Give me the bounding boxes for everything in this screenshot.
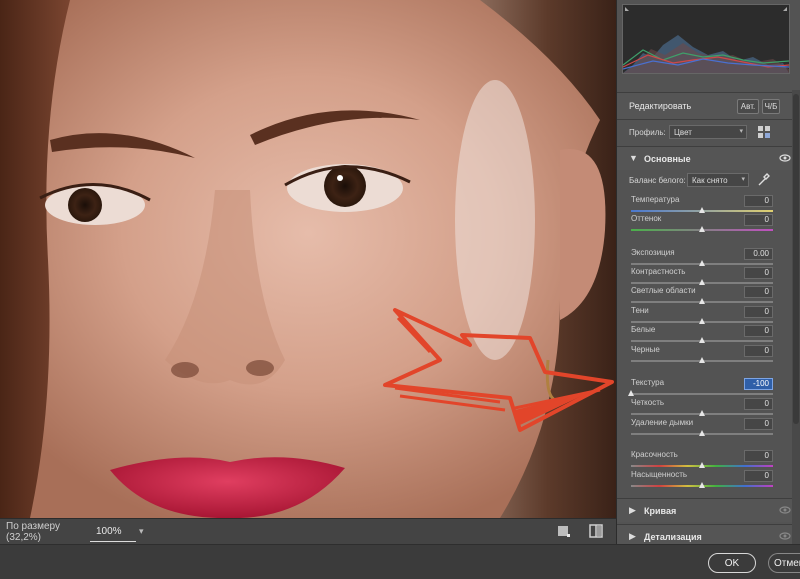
slider-6: Белые 0: [617, 325, 793, 345]
slider-value-input[interactable]: 0: [744, 286, 773, 298]
chevron-down-icon: ▾: [741, 176, 745, 183]
slider-knob[interactable]: [699, 337, 705, 343]
slider-knob[interactable]: [699, 318, 705, 324]
slider-0: Температура 0: [617, 195, 793, 215]
slider-value-input[interactable]: 0: [744, 418, 773, 430]
chevron-down-icon: ▾: [739, 128, 743, 135]
profile-dropdown[interactable]: Цвет ▾: [669, 125, 747, 139]
section-curve-header[interactable]: ▶ Кривая: [617, 498, 793, 522]
panel-scrollbar[interactable]: [792, 90, 800, 544]
slider-label: Экспозиция: [631, 248, 675, 257]
slider-label: Контрастность: [631, 267, 686, 276]
slider-1: Оттенок 0: [617, 214, 793, 234]
camera-raw-panel: Редактировать Авт. Ч/Б Профиль: Цвет ▾ ▼…: [616, 0, 800, 544]
portrait-photo: [0, 0, 616, 518]
auto-button[interactable]: Авт.: [737, 99, 759, 114]
slider-knob[interactable]: [699, 482, 705, 488]
slider-knob[interactable]: [699, 279, 705, 285]
slider-track[interactable]: [631, 393, 773, 395]
slider-value-input[interactable]: 0: [744, 267, 773, 279]
slider-12: Насыщенность 0: [617, 470, 793, 490]
slider-knob[interactable]: [699, 226, 705, 232]
slider-label: Красочность: [631, 450, 678, 459]
slider-label: Светлые области: [631, 286, 696, 295]
chevron-right-icon: ▶: [629, 505, 636, 515]
slider-label: Насыщенность: [631, 470, 688, 479]
visibility-eye-icon[interactable]: [779, 152, 791, 164]
slider-9: Четкость 0: [617, 398, 793, 418]
slider-label: Оттенок: [631, 214, 662, 223]
slider-knob[interactable]: [628, 390, 634, 396]
chevron-down-icon[interactable]: ▾: [139, 526, 144, 537]
visibility-eye-icon[interactable]: [779, 530, 791, 542]
section-detail-title: Детализация: [644, 532, 702, 542]
slider-label: Температура: [631, 195, 680, 204]
profile-browser-icon[interactable]: [758, 126, 770, 138]
profile-row: Профиль: Цвет ▾: [617, 122, 793, 144]
slider-value-input[interactable]: 0: [744, 325, 773, 337]
chevron-down-icon: ▼: [629, 153, 638, 163]
slider-10: Удаление дымки 0: [617, 418, 793, 438]
slider-value-input[interactable]: 0: [744, 470, 773, 482]
slider-knob[interactable]: [699, 430, 705, 436]
cancel-button[interactable]: Отмена: [768, 553, 800, 573]
slider-label: Удаление дымки: [631, 418, 694, 427]
photo-canvas[interactable]: [0, 0, 616, 518]
zoom-fit-label[interactable]: По размеру (32,2%): [0, 521, 88, 543]
slider-knob[interactable]: [699, 298, 705, 304]
profile-label: Профиль:: [629, 128, 666, 137]
zoom-level-select[interactable]: 100%: [90, 522, 136, 542]
slider-label: Черные: [631, 345, 660, 354]
dialog-footer: OK Отмена: [0, 544, 800, 579]
slider-value-input[interactable]: 0: [744, 345, 773, 357]
slider-label: Четкость: [631, 398, 665, 407]
canvas-bottom-bar: По размеру (32,2%) 100% ▾: [0, 518, 616, 544]
slider-2: Экспозиция 0.00: [617, 248, 793, 268]
section-detail-header[interactable]: ▶ Детализация: [617, 524, 793, 544]
slider-value-input[interactable]: 0.00: [744, 248, 773, 260]
slider-value-input[interactable]: 0: [744, 398, 773, 410]
slider-label: Текстура: [631, 378, 665, 387]
slider-value-input[interactable]: -100: [744, 378, 773, 390]
section-curve-title: Кривая: [644, 506, 677, 516]
slider-7: Черные 0: [617, 345, 793, 365]
profile-value: Цвет: [674, 127, 692, 137]
slider-value-input[interactable]: 0: [744, 214, 773, 226]
eyedropper-icon[interactable]: [757, 173, 770, 187]
edit-header: Редактировать Авт. Ч/Б: [617, 92, 793, 120]
slider-label: Тени: [631, 306, 649, 315]
slider-knob[interactable]: [699, 207, 705, 213]
histogram: [622, 4, 790, 74]
before-after-icon[interactable]: [588, 523, 604, 539]
visibility-eye-icon[interactable]: [779, 504, 791, 516]
toggle-view-icon[interactable]: [556, 523, 572, 539]
white-balance-dropdown[interactable]: Как снято ▾: [687, 173, 749, 187]
slider-3: Контрастность 0: [617, 267, 793, 287]
scrollbar-thumb[interactable]: [793, 94, 799, 424]
edit-title: Редактировать: [629, 101, 692, 111]
slider-11: Красочность 0: [617, 450, 793, 470]
slider-value-input[interactable]: 0: [744, 450, 773, 462]
section-basic-header[interactable]: ▼ Основные: [617, 146, 793, 170]
slider-knob[interactable]: [699, 357, 705, 363]
white-balance-value: Как снято: [692, 175, 728, 185]
slider-8: Текстура -100: [617, 378, 793, 398]
zoom-level-value: 100%: [96, 525, 122, 537]
white-balance-label: Баланс белого:: [629, 176, 686, 185]
black-white-button[interactable]: Ч/Б: [762, 99, 780, 114]
chevron-right-icon: ▶: [629, 531, 636, 541]
white-balance-row: Баланс белого: Как снято ▾: [617, 172, 793, 190]
slider-5: Тени 0: [617, 306, 793, 326]
slider-value-input[interactable]: 0: [744, 306, 773, 318]
slider-knob[interactable]: [699, 260, 705, 266]
ok-button[interactable]: OK: [708, 553, 756, 573]
section-basic-title: Основные: [644, 154, 691, 164]
slider-knob[interactable]: [699, 462, 705, 468]
slider-label: Белые: [631, 325, 656, 334]
slider-4: Светлые области 0: [617, 286, 793, 306]
slider-value-input[interactable]: 0: [744, 195, 773, 207]
slider-knob[interactable]: [699, 410, 705, 416]
